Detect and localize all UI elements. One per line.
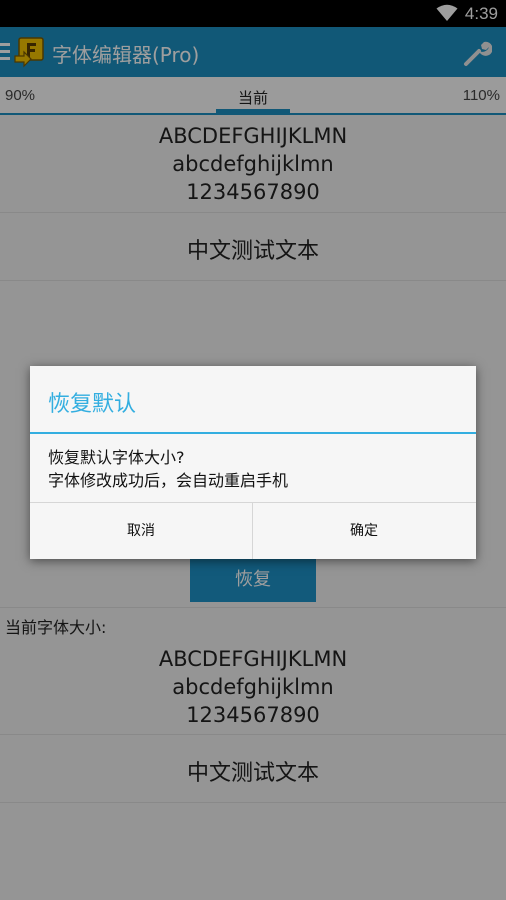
ok-button[interactable]: 确定	[253, 503, 475, 559]
dialog-message-line2: 字体修改成功后，会自动重启手机	[48, 471, 289, 490]
restore-default-dialog: 恢复默认 恢复默认字体大小? 字体修改成功后，会自动重启手机 取消 确定	[30, 366, 476, 559]
cancel-button[interactable]: 取消	[30, 503, 252, 559]
dialog-title-divider	[30, 432, 476, 434]
dialog-message-line1: 恢复默认字体大小?	[48, 448, 185, 467]
dialog-title: 恢复默认	[48, 392, 137, 417]
dialog-message: 恢复默认字体大小? 字体修改成功后，会自动重启手机	[48, 446, 288, 492]
